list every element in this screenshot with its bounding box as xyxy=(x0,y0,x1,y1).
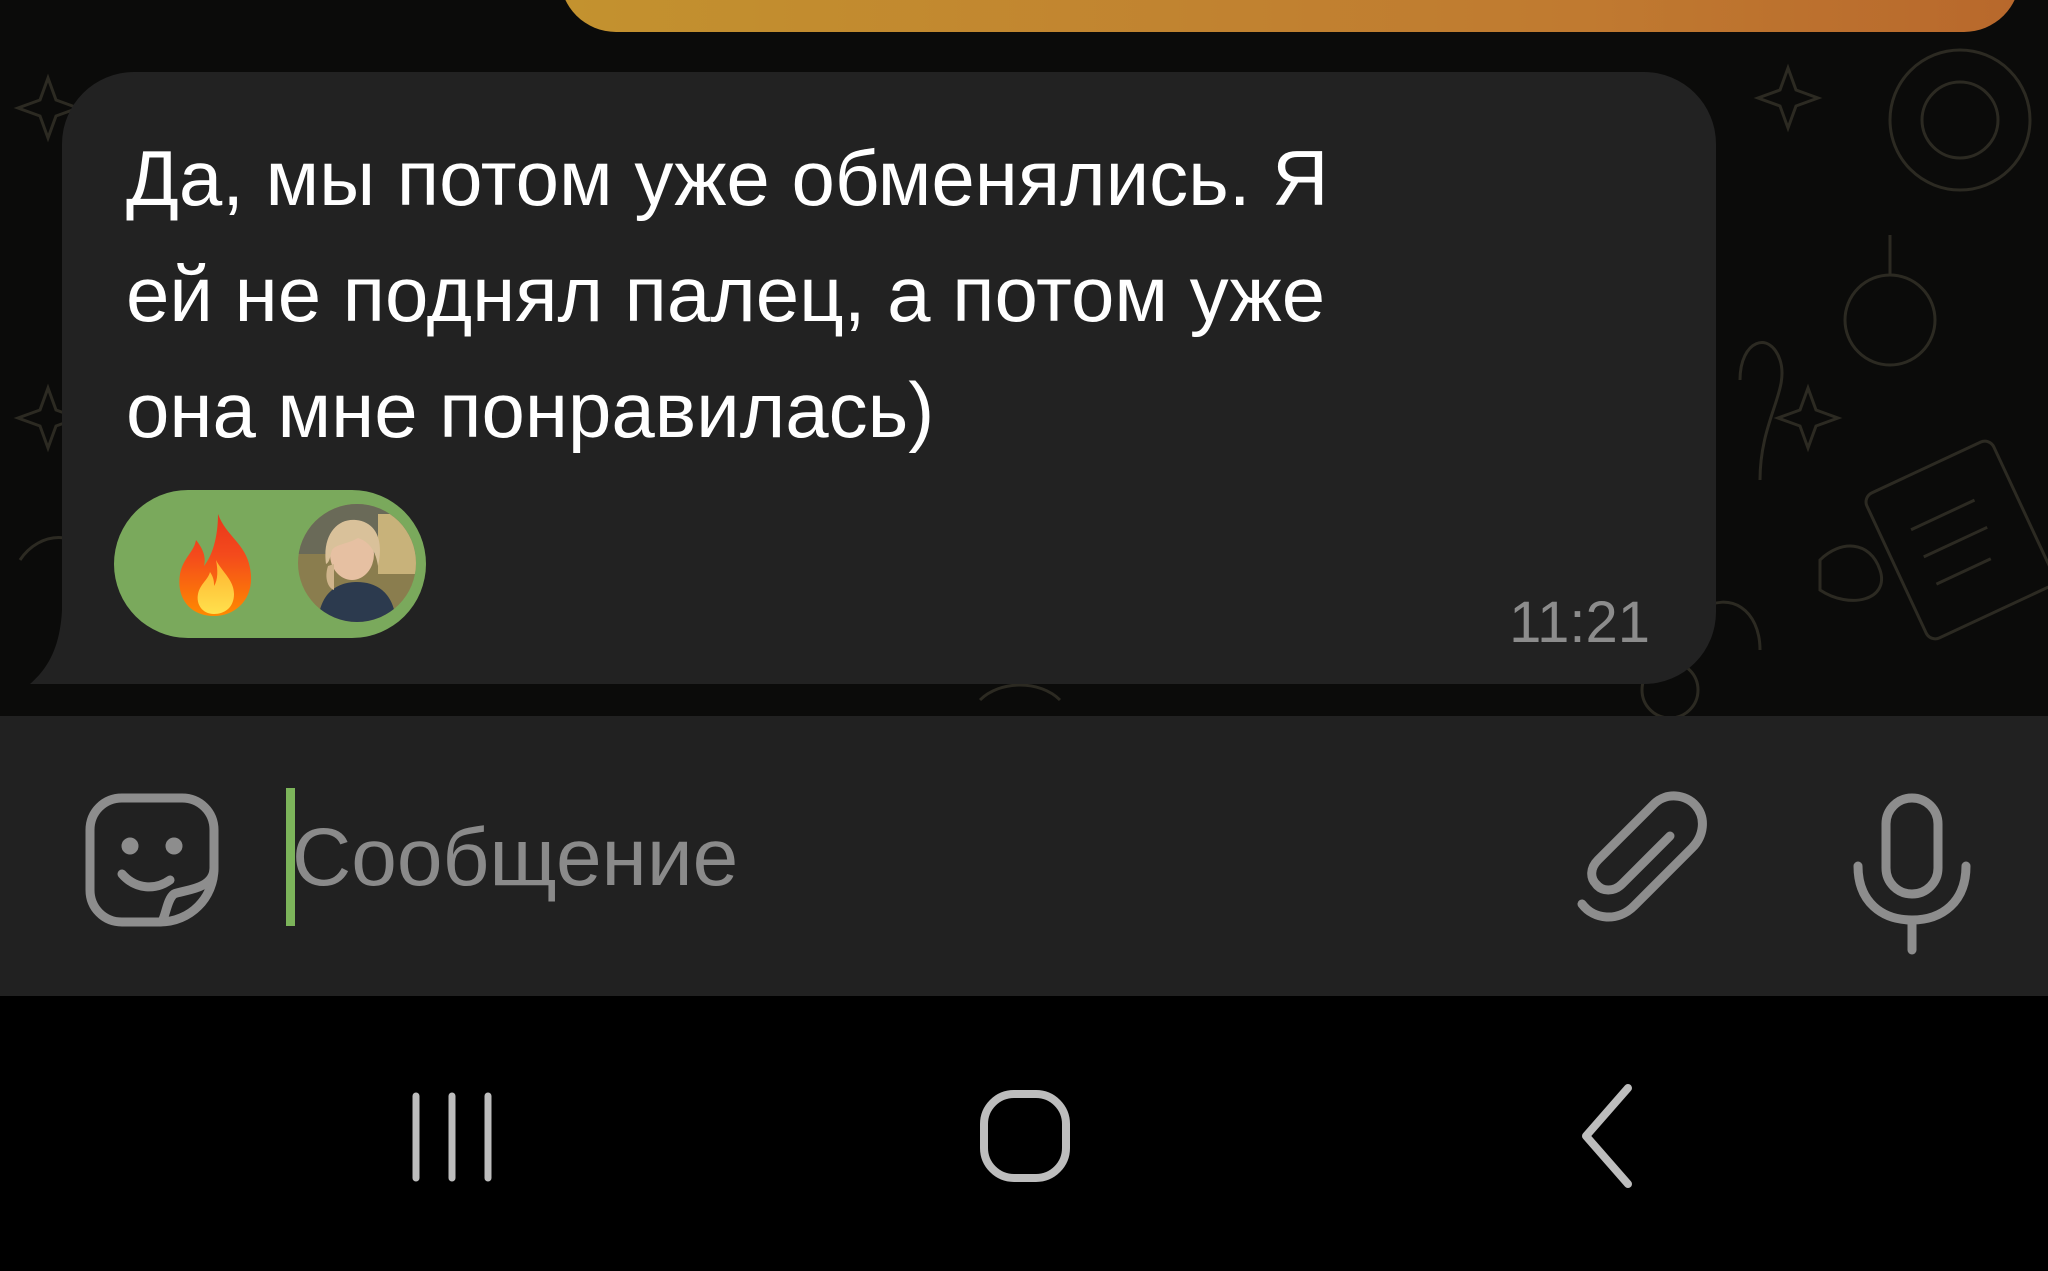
message-line: Да, мы потом уже обменялись. Я xyxy=(126,134,1329,222)
message-input[interactable] xyxy=(292,798,1192,918)
microphone-icon[interactable] xyxy=(1842,790,1982,960)
chat-area[interactable]: Да, мы потом уже обменялись. Я ей не под… xyxy=(0,0,2048,716)
sticker-icon[interactable] xyxy=(82,790,222,930)
message-time: 11:21 xyxy=(1509,590,1650,655)
message-line: ей не поднял палец, а потом уже xyxy=(126,250,1326,338)
paperclip-icon[interactable] xyxy=(1570,790,1710,930)
message-line: она мне понравилась) xyxy=(126,366,935,454)
bubble-tail xyxy=(30,610,62,684)
previous-message-bubble[interactable] xyxy=(560,0,2020,32)
reaction-chip[interactable] xyxy=(114,490,426,638)
back-icon[interactable] xyxy=(1524,1066,1684,1206)
fire-icon xyxy=(179,514,252,616)
avatar xyxy=(298,504,416,622)
recent-apps-icon[interactable] xyxy=(374,1066,534,1206)
message-text: Да, мы потом уже обменялись. Я ей не под… xyxy=(126,120,1666,468)
home-icon[interactable] xyxy=(946,1066,1106,1206)
system-navigation-bar xyxy=(0,996,2048,1271)
message-input-bar xyxy=(0,716,2048,996)
